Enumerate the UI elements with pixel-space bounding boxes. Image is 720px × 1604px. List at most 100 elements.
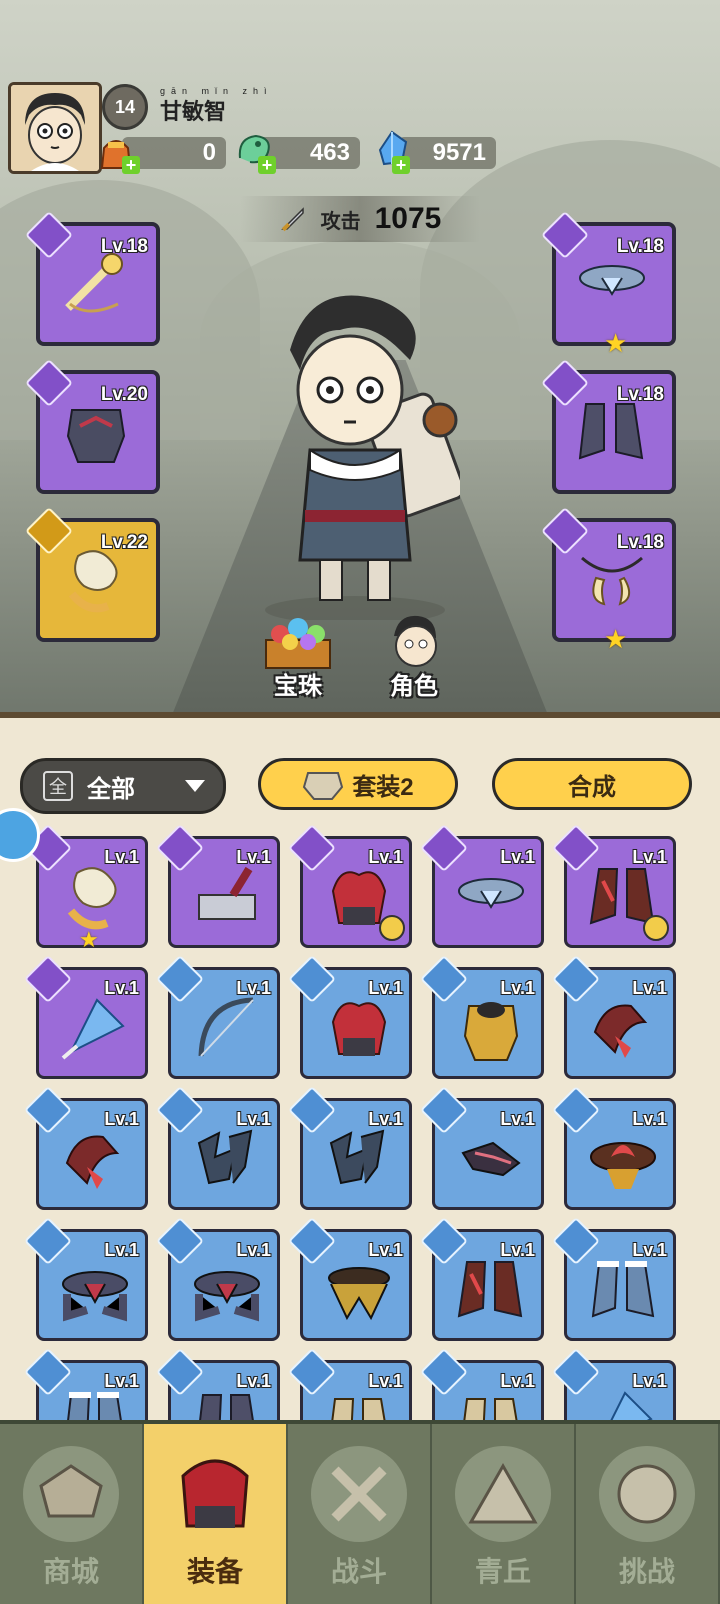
filter-all-box: 全: [43, 771, 73, 801]
nav-challenge[interactable]: 挑战: [576, 1424, 720, 1604]
star-icon: ★: [604, 624, 628, 654]
nav-equipment[interactable]: 装备: [144, 1424, 288, 1604]
inventory-item[interactable]: Lv.1: [287, 1085, 412, 1210]
character-head-icon: [394, 615, 437, 667]
set-button[interactable]: 套装2: [258, 758, 458, 810]
orb-chest-icon: [265, 618, 331, 669]
hero-scene: 14 gān mǐn zhì 甘敏智 0 + 463 + 9571 + 攻击 1…: [0, 0, 720, 720]
inventory-item[interactable]: Lv.1: [23, 1085, 148, 1210]
inventory-item[interactable]: Lv.1: [551, 1216, 676, 1341]
inventory-item[interactable]: Lv.1: [287, 1216, 412, 1341]
inventory-item[interactable]: Lv.1: [551, 823, 676, 948]
inventory-item[interactable]: Lv.1: [155, 1347, 280, 1426]
character-button[interactable]: 角色: [374, 612, 464, 700]
orb-button[interactable]: 宝珠: [254, 614, 344, 700]
bottom-nav: 商城 装备 战斗 青丘 挑战: [0, 1420, 720, 1604]
character-label: 角色: [390, 673, 438, 700]
player-name: gān mǐn zhì 甘敏智: [160, 86, 273, 126]
inventory-item[interactable]: Lv.1: [419, 954, 544, 1079]
caret-down-icon: [185, 780, 205, 792]
player-name-pinyin: gān mǐn zhì: [160, 86, 273, 96]
thorn-bracer-icon: [461, 1141, 521, 1177]
player-avatar[interactable]: [8, 82, 102, 174]
orb-label: 宝珠: [274, 673, 322, 700]
inventory-item[interactable]: Lv.1: [23, 1347, 148, 1426]
player-level-badge: 14: [102, 84, 148, 130]
inventory-item[interactable]: Lv.1: [419, 1347, 544, 1426]
star-icon: ★: [79, 927, 99, 952]
add-crystal-button[interactable]: +: [392, 156, 410, 174]
equip-slot-accessory[interactable]: Lv.22: [24, 506, 160, 642]
nav-label: 战斗: [330, 1556, 387, 1587]
equipment-icon: [181, 1459, 249, 1528]
inventory-item[interactable]: Lv.1: [419, 1216, 544, 1341]
inventory-item[interactable]: Lv.1 ★: [23, 823, 148, 952]
spiked-bracer-icon: [329, 1129, 385, 1185]
inventory-item[interactable]: Lv.1: [419, 1085, 544, 1210]
tooth-necklace-icon: [581, 556, 643, 606]
fur-bracer-icon: [68, 550, 118, 613]
nav-shop[interactable]: 商城: [0, 1424, 144, 1604]
inventory-item[interactable]: Lv.1: [551, 954, 676, 1079]
dark-belt-icon: [62, 1271, 128, 1322]
crystal-pendant-icon: [61, 998, 125, 1060]
attack-power: 攻击 1075: [240, 196, 480, 242]
resource-crystal-amount: 9571: [398, 137, 496, 169]
frost-boots-icon: [591, 1261, 655, 1318]
inventory-item[interactable]: Lv.1: [419, 823, 544, 948]
flame-helmet-icon: [331, 1002, 387, 1056]
inventory-item[interactable]: Lv.1: [287, 954, 412, 1079]
nav-label: 青丘: [474, 1556, 531, 1587]
equip-slot-boots[interactable]: Lv.18: [540, 358, 676, 494]
filter-dropdown[interactable]: 全 全部: [20, 758, 226, 814]
belt-icon: [579, 265, 645, 296]
inventory-item[interactable]: Lv.1: [23, 954, 148, 1079]
nav-label: 挑战: [618, 1556, 675, 1587]
attack-label: 攻击: [320, 210, 361, 233]
sword-icon: [279, 205, 307, 233]
inventory-item[interactable]: Lv.1: [551, 1347, 676, 1426]
inventory-item[interactable]: Lv.1: [155, 954, 280, 1079]
inventory-item[interactable]: Lv.1: [155, 823, 280, 948]
equip-slot-amulet[interactable]: Lv.18 ★: [540, 506, 676, 654]
whip-weapon-icon: [65, 253, 123, 313]
nav-label: 商城: [42, 1556, 99, 1587]
attack-value: 1075: [374, 202, 442, 235]
set-label: 套装2: [352, 773, 414, 801]
hero-character[interactable]: [250, 290, 460, 620]
chest-armor-icon: [66, 409, 126, 463]
red-bracer-icon: [593, 1004, 648, 1058]
challenge-icon: [599, 1446, 695, 1542]
lotus-belt-icon: [590, 1142, 656, 1189]
inventory-item[interactable]: Lv.1: [551, 1085, 676, 1210]
craft-button[interactable]: 合成: [492, 758, 692, 810]
craft-label: 合成: [568, 773, 616, 801]
add-jade-button[interactable]: +: [258, 156, 276, 174]
equip-slot-weapon[interactable]: Lv.18: [24, 210, 160, 346]
red-bracer-icon: [65, 1135, 120, 1189]
nav-battle[interactable]: 战斗: [288, 1424, 432, 1604]
inventory-item[interactable]: Lv.1: [23, 1216, 148, 1341]
belt-icon: [458, 878, 524, 909]
add-bag-button[interactable]: +: [122, 156, 140, 174]
player-name-text: 甘敏智: [160, 99, 227, 124]
bow-icon: [198, 997, 254, 1057]
hammer-icon: [198, 866, 256, 920]
set-badge-icon: [379, 915, 405, 941]
inventory-item[interactable]: Lv.1: [287, 1347, 412, 1426]
battle-icon: [311, 1446, 407, 1542]
inventory-panel: 全 全部 套装2 合成 Lv.1 ★ Lv.1 Lv.1 Lv.1 Lv.1 Lv.1 Lv.…: [0, 712, 720, 1426]
inventory-item[interactable]: Lv.1: [155, 1216, 280, 1341]
inventory-item[interactable]: Lv.1: [155, 1085, 280, 1210]
equip-slot-belt[interactable]: Lv.18 ★: [540, 210, 676, 358]
equip-slot-armor[interactable]: Lv.20: [24, 358, 160, 494]
dark-belt-icon: [194, 1271, 260, 1322]
star-icon: ★: [604, 328, 628, 358]
inventory-item[interactable]: Lv.1: [287, 823, 412, 948]
mountain-icon: [455, 1446, 551, 1542]
boots-icon: [578, 403, 644, 460]
spiked-bracer-icon: [197, 1129, 253, 1185]
nav-qingqiu[interactable]: 青丘: [432, 1424, 576, 1604]
armor-set-icon: [303, 772, 344, 800]
set-badge-icon: [643, 915, 669, 941]
